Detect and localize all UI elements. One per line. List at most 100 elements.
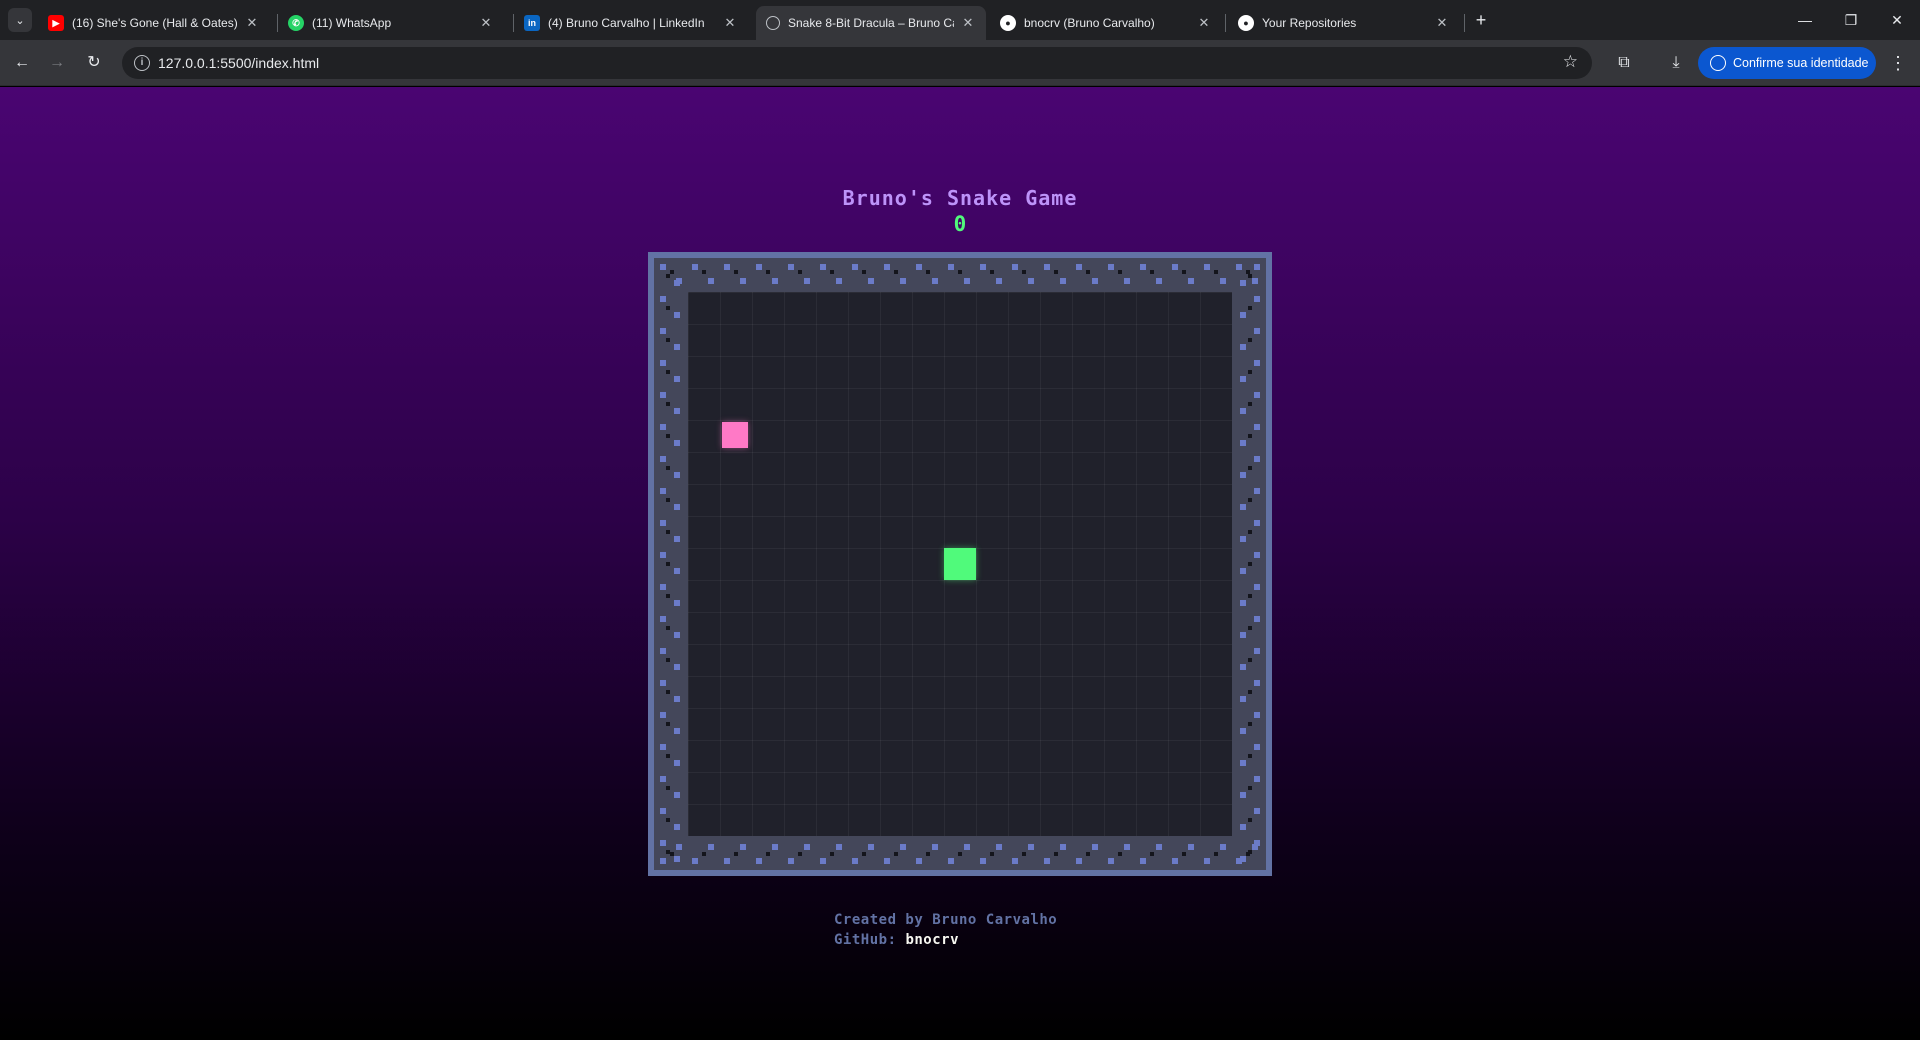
wall-stud xyxy=(1248,530,1252,534)
close-icon[interactable]: ✕ xyxy=(244,15,260,31)
wall-stud xyxy=(1248,690,1252,694)
wall-stud xyxy=(1240,664,1246,670)
wall-stud xyxy=(708,844,714,850)
wall-stud xyxy=(996,278,1002,284)
wall-stud xyxy=(1220,278,1226,284)
wall-stud xyxy=(1086,270,1090,274)
tab-search-button[interactable]: ⌄ xyxy=(8,8,32,32)
wall-stud xyxy=(674,856,680,862)
github-icon: ● xyxy=(1000,15,1016,31)
created-by-text: Created by Bruno Carvalho xyxy=(834,912,1058,928)
wall-stud xyxy=(868,844,874,850)
site-info-icon[interactable]: i xyxy=(134,55,150,71)
wall-stud xyxy=(830,270,834,274)
wall-stud xyxy=(862,852,866,856)
wall-stud xyxy=(1254,680,1260,686)
arrow-right-icon: → xyxy=(49,54,65,71)
wall-stud xyxy=(660,648,666,654)
food-item xyxy=(722,422,748,448)
github-link[interactable]: bnocrv xyxy=(905,932,959,948)
wall-stud xyxy=(724,858,730,864)
wall-stud xyxy=(1172,264,1178,270)
chevron-down-icon: ⌄ xyxy=(15,14,25,27)
wall-stud xyxy=(660,456,666,462)
wall-stud xyxy=(1248,562,1252,566)
wall-stud xyxy=(1240,280,1246,286)
wall-stud xyxy=(1060,278,1066,284)
wall-stud xyxy=(884,264,890,270)
wall-stud xyxy=(674,312,680,318)
wall-stud xyxy=(990,270,994,274)
close-icon[interactable]: ✕ xyxy=(1196,15,1212,31)
restore-button[interactable]: ❐ xyxy=(1836,8,1866,32)
wall-stud xyxy=(1248,498,1252,502)
wall-stud xyxy=(958,852,962,856)
bookmark-star-icon[interactable]: ☆ xyxy=(1563,52,1578,72)
wall-stud xyxy=(1240,824,1246,830)
tab-title: (16) She's Gone (Hall & Oates) - YouTube xyxy=(72,16,238,30)
wall-stud xyxy=(724,264,730,270)
wall-stud xyxy=(1240,568,1246,574)
wall-stud xyxy=(836,844,842,850)
tab-linkedin[interactable]: in (4) Bruno Carvalho | LinkedIn ✕ xyxy=(514,6,748,40)
wall-stud xyxy=(1044,264,1050,270)
wall-stud xyxy=(660,360,666,366)
wall-stud xyxy=(670,270,674,274)
close-icon[interactable]: ✕ xyxy=(478,15,494,31)
wall-stud xyxy=(660,328,666,334)
wall-stud xyxy=(674,632,680,638)
wall-stud xyxy=(868,278,874,284)
wall-stud xyxy=(1204,264,1210,270)
close-window-button[interactable]: ✕ xyxy=(1882,8,1912,32)
forward-button[interactable]: → xyxy=(45,51,69,75)
tab-title: (4) Bruno Carvalho | LinkedIn xyxy=(548,16,705,30)
tab-github-profile[interactable]: ● bnocrv (Bruno Carvalho) ✕ xyxy=(990,6,1222,40)
wall-stud xyxy=(894,852,898,856)
linkedin-icon: in xyxy=(524,15,540,31)
close-icon[interactable]: ✕ xyxy=(722,15,738,31)
wall-stud xyxy=(660,808,666,814)
tab-separator xyxy=(1225,14,1226,32)
wall-stud xyxy=(1054,852,1058,856)
wall-stud xyxy=(708,278,714,284)
wall-stud xyxy=(674,440,680,446)
identity-button[interactable]: Confirme sua identidade xyxy=(1698,47,1876,79)
tab-title: bnocrv (Bruno Carvalho) xyxy=(1024,16,1155,30)
tab-github-repos[interactable]: ● Your Repositories ✕ xyxy=(1228,6,1460,40)
address-bar[interactable]: i 127.0.0.1:5500/index.html ☆ xyxy=(122,47,1592,79)
url-text[interactable]: 127.0.0.1:5500/index.html xyxy=(158,55,319,71)
tab-whatsapp[interactable]: ✆ (11) WhatsApp ✕ xyxy=(278,6,504,40)
wall-stud xyxy=(964,278,970,284)
wall-stud xyxy=(1076,858,1082,864)
reload-button[interactable]: ↻ xyxy=(82,51,106,75)
tab-strip: ⌄ ▶ (16) She's Gone (Hall & Oates) - You… xyxy=(0,0,1920,40)
wall-stud xyxy=(1240,856,1246,862)
wall-stud xyxy=(1140,264,1146,270)
tab-snake-game[interactable]: Snake 8-Bit Dracula – Bruno Carvalho ✕ xyxy=(756,6,986,40)
new-tab-button[interactable]: + xyxy=(1470,10,1492,32)
wall-stud xyxy=(996,844,1002,850)
wall-stud xyxy=(1254,424,1260,430)
wall-stud xyxy=(1124,844,1130,850)
wall-stud xyxy=(1108,264,1114,270)
minimize-button[interactable]: — xyxy=(1790,8,1820,32)
downloads-button[interactable]: ⤓ xyxy=(1664,51,1688,75)
wall-stud xyxy=(660,424,666,430)
identity-label: Confirme sua identidade xyxy=(1733,56,1869,70)
tab-youtube[interactable]: ▶ (16) She's Gone (Hall & Oates) - YouTu… xyxy=(38,6,270,40)
github-line: GitHub: bnocrv xyxy=(834,930,1057,950)
wall-stud xyxy=(1248,754,1252,758)
wall-stud xyxy=(1022,852,1026,856)
extensions-button[interactable]: ⧉ xyxy=(1612,51,1636,75)
back-button[interactable]: ← xyxy=(10,51,34,75)
wall-stud xyxy=(660,552,666,558)
game-grid[interactable] xyxy=(688,292,1232,836)
close-icon[interactable]: ✕ xyxy=(1434,15,1450,31)
close-icon[interactable]: ✕ xyxy=(960,15,976,31)
wall-stud xyxy=(666,786,670,790)
wall-stud xyxy=(674,568,680,574)
menu-button[interactable]: ⋮ xyxy=(1886,51,1910,75)
wall-stud xyxy=(1092,844,1098,850)
wall-stud xyxy=(1156,278,1162,284)
wall-stud xyxy=(1054,270,1058,274)
